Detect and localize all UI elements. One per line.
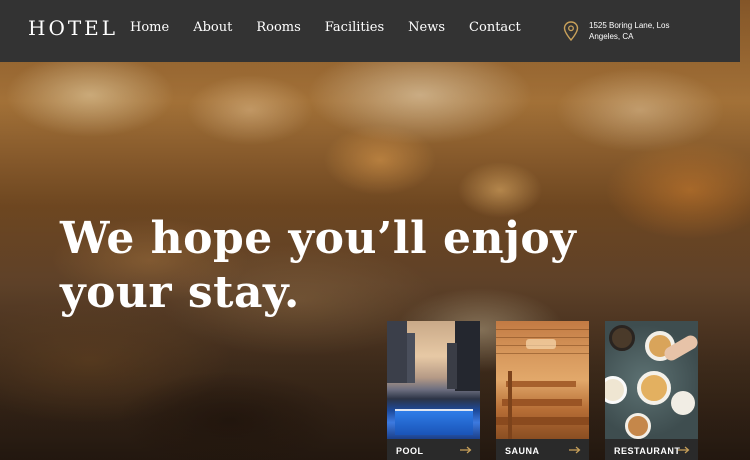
hero-headline-line-1: We hope you’ll enjoy [60,213,577,264]
card-pool[interactable]: POOL [387,321,480,460]
card-sauna[interactable]: SAUNA [496,321,589,460]
map-pin-icon [563,21,579,41]
pool-image [387,321,480,439]
main-nav: Home About Rooms Facilities News Contact [130,20,545,35]
sauna-image [496,321,589,439]
hero-headline: We hope you’ll enjoy your stay. [60,212,620,320]
arrow-right-icon [678,446,690,454]
hero-headline-line-2: your stay. [60,267,300,318]
nav-item-contact[interactable]: Contact [469,20,521,35]
address-line-2: Angeles, CA [589,32,634,41]
site-header: HOTEL Home About Rooms Facilities News C… [0,0,740,62]
nav-item-about[interactable]: About [193,20,232,35]
card-pool-label: POOL [396,446,424,456]
restaurant-image [605,321,698,439]
nav-item-facilities[interactable]: Facilities [325,20,384,35]
site-logo[interactable]: HOTEL [28,16,118,40]
address-block: 1525 Boring Lane, Los Angeles, CA [563,20,679,42]
nav-item-home[interactable]: Home [130,20,169,35]
nav-item-rooms[interactable]: Rooms [256,20,300,35]
nav-item-news[interactable]: News [408,20,445,35]
card-sauna-bar: SAUNA [496,439,589,460]
card-restaurant-label: RESTAURANT [614,446,681,456]
card-restaurant-bar: RESTAURANT [605,439,698,460]
arrow-right-icon [569,446,581,454]
address-line-1: 1525 Boring Lane, Los [589,21,670,30]
card-restaurant[interactable]: RESTAURANT [605,321,698,460]
address-text: 1525 Boring Lane, Los Angeles, CA [589,20,679,42]
arrow-right-icon [460,446,472,454]
card-pool-bar: POOL [387,439,480,460]
card-sauna-label: SAUNA [505,446,540,456]
